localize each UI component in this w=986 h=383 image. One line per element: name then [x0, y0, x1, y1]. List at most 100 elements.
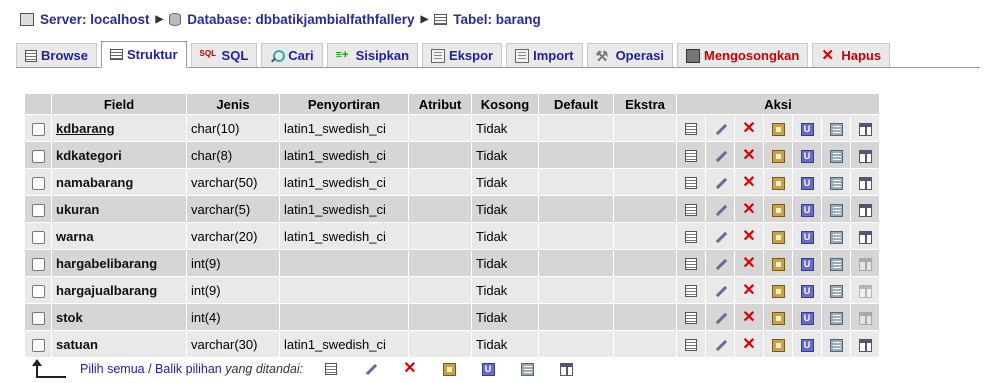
primary-action[interactable]	[764, 115, 792, 141]
primary-action[interactable]	[764, 277, 792, 303]
delete-icon[interactable]: ✕	[403, 361, 416, 377]
primary-action[interactable]	[764, 250, 792, 276]
fulltext-action[interactable]	[851, 169, 879, 195]
primary-key-icon	[771, 257, 785, 271]
index-action[interactable]	[822, 331, 850, 357]
row-checkbox[interactable]	[31, 149, 45, 163]
browse-action[interactable]	[677, 169, 705, 195]
row-checkbox[interactable]	[31, 284, 45, 298]
edit-action[interactable]	[706, 331, 734, 357]
header-aksi: Aksi	[677, 94, 879, 114]
browse-icon[interactable]	[325, 363, 338, 375]
delete-action[interactable]: ✕	[735, 115, 763, 141]
edit-action[interactable]	[706, 142, 734, 168]
fulltext-action[interactable]	[851, 142, 879, 168]
index-action[interactable]	[822, 169, 850, 195]
index-action[interactable]	[822, 277, 850, 303]
row-checkbox[interactable]	[31, 122, 45, 136]
edit-action[interactable]	[706, 250, 734, 276]
primary-action[interactable]	[764, 304, 792, 330]
tab-browse[interactable]: Browse	[16, 43, 97, 67]
delete-action[interactable]: ✕	[735, 169, 763, 195]
row-checkbox[interactable]	[31, 311, 45, 325]
row-checkbox[interactable]	[31, 176, 45, 190]
delete-action[interactable]: ✕	[735, 223, 763, 249]
browse-action[interactable]	[677, 196, 705, 222]
fulltext-action[interactable]	[851, 331, 879, 357]
edit-action[interactable]	[706, 277, 734, 303]
fulltext-action[interactable]	[851, 304, 879, 330]
tab-cari[interactable]: Cari	[261, 43, 323, 67]
breadcrumb-server[interactable]: Server: localhost	[40, 12, 150, 27]
fulltext-icon[interactable]	[559, 362, 573, 376]
unique-action[interactable]: U	[793, 115, 821, 141]
tab-ekspor[interactable]: Ekspor	[422, 43, 503, 67]
unique-action[interactable]: U	[793, 196, 821, 222]
tab-sql[interactable]: SQL SQL	[190, 43, 258, 67]
delete-icon: ✕	[742, 227, 756, 245]
tab-hapus[interactable]: ✕ Hapus	[812, 43, 891, 67]
browse-action[interactable]	[677, 304, 705, 330]
edit-icon[interactable]	[363, 362, 377, 376]
primary-action[interactable]	[764, 196, 792, 222]
index-action[interactable]	[822, 250, 850, 276]
index-action[interactable]	[822, 142, 850, 168]
edit-action[interactable]	[706, 223, 734, 249]
delete-action[interactable]: ✕	[735, 331, 763, 357]
unique-action[interactable]: U	[793, 277, 821, 303]
index-icon	[829, 338, 843, 352]
delete-action[interactable]: ✕	[735, 196, 763, 222]
delete-action[interactable]: ✕	[735, 277, 763, 303]
row-checkbox[interactable]	[31, 203, 45, 217]
field-collation	[280, 250, 408, 276]
fulltext-action[interactable]	[851, 115, 879, 141]
index-action[interactable]	[822, 115, 850, 141]
unique-action[interactable]: U	[793, 250, 821, 276]
browse-action[interactable]	[677, 115, 705, 141]
fulltext-action[interactable]	[851, 223, 879, 249]
tab-sisipkan[interactable]: ≡+ Sisipkan	[326, 43, 419, 67]
tab-import[interactable]: Import	[506, 43, 583, 67]
edit-action[interactable]	[706, 304, 734, 330]
primary-action[interactable]	[764, 142, 792, 168]
export-icon	[431, 48, 446, 63]
primary-action[interactable]	[764, 331, 792, 357]
tab-operasi[interactable]: ⚒ Operasi	[586, 43, 673, 67]
index-action[interactable]	[822, 304, 850, 330]
tab-struktur[interactable]: Struktur	[100, 41, 187, 68]
unique-action[interactable]: U	[793, 223, 821, 249]
edit-action[interactable]	[706, 169, 734, 195]
fulltext-action[interactable]	[851, 277, 879, 303]
browse-action[interactable]	[677, 223, 705, 249]
edit-action[interactable]	[706, 196, 734, 222]
delete-action[interactable]: ✕	[735, 142, 763, 168]
delete-action[interactable]: ✕	[735, 304, 763, 330]
invert-selection-link[interactable]: Balik pilihan	[155, 362, 222, 376]
unique-icon[interactable]: U	[481, 362, 495, 376]
row-checkbox[interactable]	[31, 257, 45, 271]
edit-action[interactable]	[706, 115, 734, 141]
primary-action[interactable]	[764, 169, 792, 195]
primary-key-icon[interactable]	[442, 362, 456, 376]
select-all-link[interactable]: Pilih semua	[80, 362, 145, 376]
browse-action[interactable]	[677, 250, 705, 276]
unique-action[interactable]: U	[793, 169, 821, 195]
tab-mengosongkan[interactable]: Mengosongkan	[676, 43, 809, 67]
browse-action[interactable]	[677, 331, 705, 357]
breadcrumb-table[interactable]: Tabel: barang	[453, 12, 541, 27]
index-action[interactable]	[822, 223, 850, 249]
index-action[interactable]	[822, 196, 850, 222]
breadcrumb-database[interactable]: Database: dbbatikjambialfathfallery	[187, 12, 414, 27]
primary-action[interactable]	[764, 223, 792, 249]
fulltext-action[interactable]	[851, 250, 879, 276]
index-icon[interactable]	[520, 362, 534, 376]
delete-action[interactable]: ✕	[735, 250, 763, 276]
fulltext-action[interactable]	[851, 196, 879, 222]
browse-action[interactable]	[677, 277, 705, 303]
unique-action[interactable]: U	[793, 331, 821, 357]
row-checkbox[interactable]	[31, 338, 45, 352]
browse-action[interactable]	[677, 142, 705, 168]
row-checkbox[interactable]	[31, 230, 45, 244]
unique-action[interactable]: U	[793, 304, 821, 330]
unique-action[interactable]: U	[793, 142, 821, 168]
